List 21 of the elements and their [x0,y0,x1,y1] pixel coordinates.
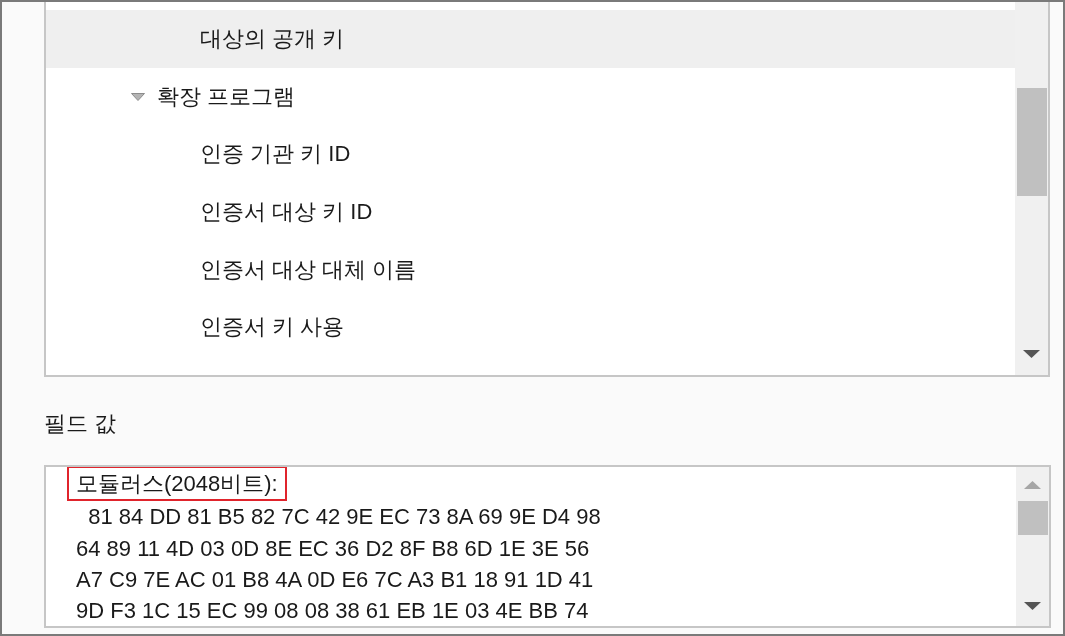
value-text: 81 84 DD 81 B5 82 7C 42 9E EC 73 8A 69 9E D4 98 [87,503,601,532]
tree-item[interactable]: 인증서 대상 키 ID [46,183,1015,241]
value-text: 9D F3 1C 15 EC 99 08 08 38 61 EB 1E 03 4E BB 74 [76,597,589,626]
tree-item[interactable]: 인증서 키 사용 [46,298,1015,357]
scroll-down-icon[interactable] [1023,350,1040,358]
highlighted-value-text: 모듈러스(2048비트): [67,467,287,502]
scrollbar-thumb[interactable] [1018,501,1048,535]
caret-down-icon[interactable] [131,92,145,101]
value-text: 64 89 11 4D 03 0D 8E EC 36 D2 8F B8 6D 1E 3E 56 [76,534,590,563]
scroll-up-icon[interactable] [1024,481,1041,489]
tree-item[interactable]: 인증 기관 키 ID [46,125,1015,184]
field-value-box[interactable] [44,465,1051,628]
value-text: A7 C9 7E AC 01 B8 4A 0D E6 7C A3 B1 18 91 1D 41 [76,565,594,594]
tree-item[interactable]: 인증서 대상 대체 이름 [46,240,1015,299]
field-label: 필드 값 [44,412,117,436]
scrollbar-track[interactable] [1016,467,1049,626]
scrollbar-track[interactable] [1015,2,1048,375]
scroll-down-icon[interactable] [1024,602,1041,610]
tree-item[interactable]: 대상의 공개 키 [46,10,1015,68]
tree-item[interactable]: 확장 프로그램 [46,67,1015,126]
scrollbar-thumb[interactable] [1017,88,1047,196]
